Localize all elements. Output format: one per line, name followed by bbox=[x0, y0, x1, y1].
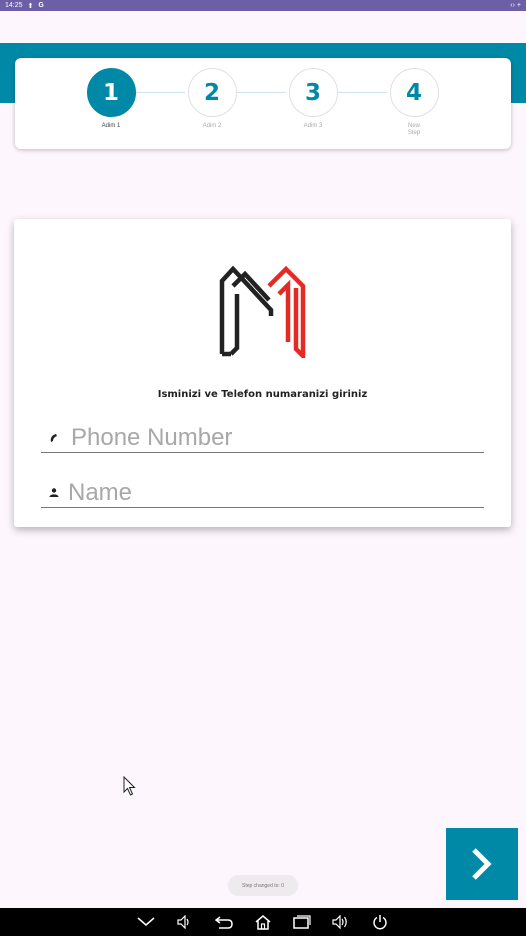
step-connector bbox=[337, 92, 387, 93]
mouse-cursor-icon bbox=[123, 776, 136, 796]
chevron-right-icon bbox=[472, 848, 492, 880]
form-card: Isminizi ve Telefon numaranizi giriniz bbox=[14, 219, 511, 527]
step-label: Adim 2 bbox=[202, 123, 222, 129]
step-number: 2 bbox=[187, 68, 237, 117]
recents-icon[interactable] bbox=[293, 913, 312, 932]
name-field bbox=[41, 478, 484, 508]
step-label: Adim 3 bbox=[303, 123, 323, 129]
stepper: 1 Adim 1 2 Adim 2 3 Adim 3 4 New Step bbox=[15, 58, 511, 149]
status-time: 14:25 bbox=[5, 2, 23, 9]
step-label: New Step bbox=[407, 123, 421, 136]
upload-icon: ⬆ bbox=[27, 2, 34, 10]
chevron-down-icon[interactable] bbox=[137, 913, 156, 932]
status-right-icons: ‹› + bbox=[510, 2, 521, 9]
step-3[interactable]: 3 Adim 3 bbox=[283, 68, 343, 130]
status-app-letter: G bbox=[38, 2, 44, 9]
step-connector bbox=[236, 92, 286, 93]
step-number: 1 bbox=[86, 68, 136, 117]
home-icon[interactable] bbox=[254, 913, 273, 932]
phone-icon bbox=[43, 433, 65, 443]
step-1[interactable]: 1 Adim 1 bbox=[81, 68, 141, 130]
step-4[interactable]: 4 New Step bbox=[384, 68, 444, 137]
power-icon[interactable] bbox=[371, 913, 390, 932]
name-input[interactable] bbox=[68, 478, 468, 507]
next-button[interactable] bbox=[446, 828, 518, 900]
form-instruction: Isminizi ve Telefon numaranizi giriniz bbox=[157, 389, 368, 400]
step-2[interactable]: 2 Adim 2 bbox=[182, 68, 242, 130]
step-connector bbox=[135, 92, 185, 93]
step-number: 3 bbox=[288, 68, 338, 117]
toast-message: Step changed to: 0 bbox=[228, 875, 298, 896]
back-icon[interactable] bbox=[215, 913, 234, 932]
system-nav-bar bbox=[0, 908, 526, 936]
volume-down-icon[interactable] bbox=[176, 913, 195, 932]
step-number: 4 bbox=[389, 68, 439, 117]
person-icon bbox=[43, 488, 65, 497]
phone-field bbox=[41, 423, 484, 453]
step-label: Adim 1 bbox=[101, 123, 121, 129]
volume-up-icon[interactable] bbox=[332, 913, 351, 932]
status-bar: 14:25 ⬆ G ‹› + bbox=[0, 0, 526, 11]
brand-logo bbox=[219, 265, 306, 358]
phone-input[interactable] bbox=[71, 423, 471, 452]
